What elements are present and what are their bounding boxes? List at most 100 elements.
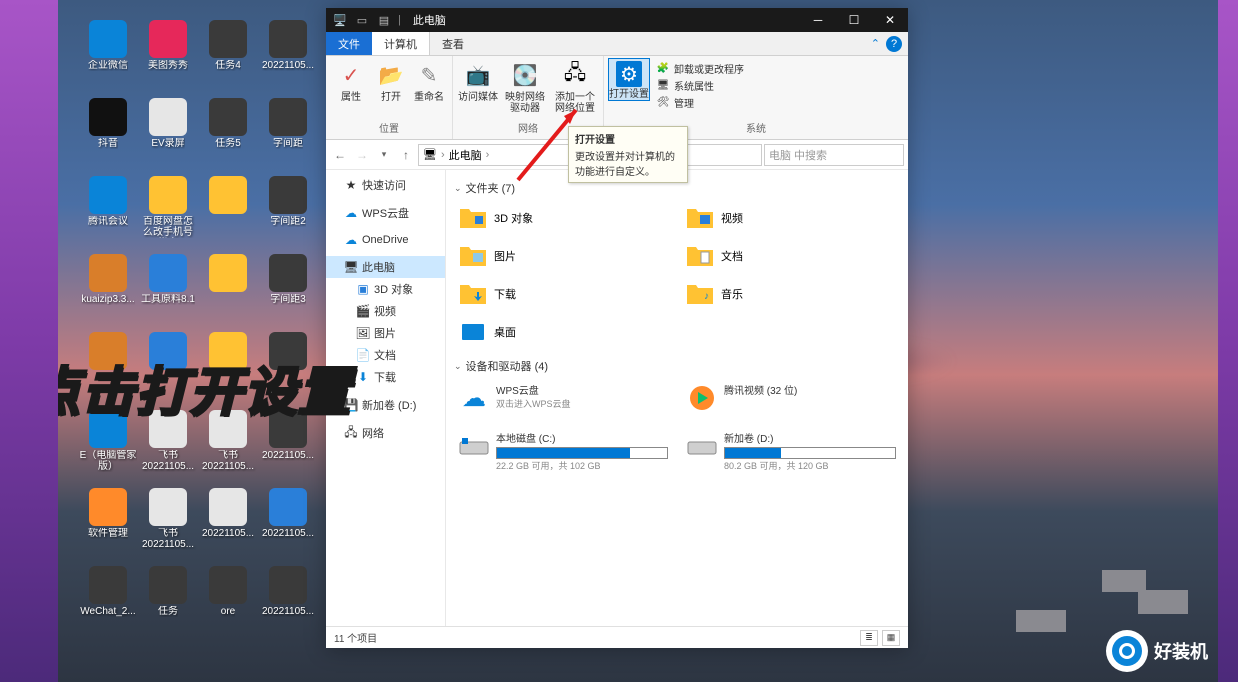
desktop-icon-label: 字间距2 bbox=[270, 216, 306, 227]
app-icon bbox=[269, 488, 307, 526]
desktop-icon[interactable]: 软件管理 bbox=[78, 488, 138, 563]
minimize-button[interactable]: ─ bbox=[800, 8, 836, 32]
tab-view[interactable]: 查看 bbox=[430, 32, 476, 55]
forward-button[interactable]: → bbox=[352, 145, 372, 165]
maximize-button[interactable]: ☐ bbox=[836, 8, 872, 32]
help-icon[interactable]: ? bbox=[886, 36, 902, 52]
desktop-icon[interactable]: 20221105... bbox=[198, 488, 258, 563]
app-icon bbox=[149, 254, 187, 292]
uninstall-button[interactable]: 🧩 卸载或更改程序 bbox=[652, 60, 748, 77]
nav-downloads[interactable]: ⬇下载 bbox=[326, 366, 445, 388]
open-settings-button[interactable]: ⚙ 打开设置 bbox=[608, 58, 650, 101]
device-tencent[interactable]: 腾讯视频 (32 位) bbox=[682, 378, 900, 418]
folder-documents[interactable]: 文档 bbox=[681, 238, 900, 274]
desktop-icon-label: 任务5 bbox=[215, 138, 241, 149]
desktop-icon[interactable]: 飞书20221105... bbox=[198, 410, 258, 485]
desktop-icon[interactable] bbox=[258, 332, 318, 407]
nav-newvol[interactable]: 💾新加卷 (D:) bbox=[326, 394, 445, 416]
desktop-icon[interactable]: 字间距 bbox=[258, 98, 318, 173]
up-button[interactable]: ↑ bbox=[396, 145, 416, 165]
desktop-icon[interactable]: 百度网盘怎么改手机号绑定 bbox=[138, 176, 198, 251]
desktop-icon[interactable]: 任务 bbox=[138, 566, 198, 641]
folder-downloads[interactable]: 下载 bbox=[454, 276, 673, 312]
folder-3d-objects[interactable]: 3D 对象 bbox=[454, 200, 673, 236]
rename-button[interactable]: ✎ 重命名 bbox=[410, 58, 448, 103]
device-wps[interactable]: ☁ WPS云盘 双击进入WPS云盘 bbox=[454, 378, 672, 418]
folder-music[interactable]: ♪ 音乐 bbox=[681, 276, 900, 312]
desktop-icon[interactable]: 任务5 bbox=[198, 98, 258, 173]
desktop-icon[interactable]: 字间距2 bbox=[258, 176, 318, 251]
nav-network[interactable]: 🖧网络 bbox=[326, 422, 445, 444]
system-properties-button[interactable]: 🖥 系统属性 bbox=[652, 77, 748, 94]
desktop-icon[interactable]: 字间距3 bbox=[258, 254, 318, 329]
app-icon bbox=[269, 410, 307, 448]
navigation-pane[interactable]: ★快速访问 ☁WPS云盘 ☁OneDrive 🖥此电脑 ▣3D 对象 🎬视频 🖼… bbox=[326, 170, 446, 626]
desktop-icon[interactable] bbox=[198, 254, 258, 329]
desktop-icon[interactable]: 企业微信 bbox=[78, 20, 138, 95]
desktop-icon[interactable]: 抖音 bbox=[78, 98, 138, 173]
desktop-icon[interactable]: 20221105... bbox=[258, 410, 318, 485]
desktop-icon[interactable] bbox=[198, 176, 258, 251]
properties-button[interactable]: ✓ 属性 bbox=[330, 58, 372, 103]
map-drive-button[interactable]: 💽 映射网络驱动器 bbox=[501, 58, 549, 114]
manage-button[interactable]: 🛠 管理 bbox=[652, 94, 748, 111]
app-icon bbox=[149, 20, 187, 58]
desktop-icon[interactable] bbox=[78, 332, 138, 407]
cloud-icon: ☁ bbox=[458, 382, 490, 414]
access-media-button[interactable]: 📺 访问媒体 bbox=[457, 58, 499, 103]
desktop-icon[interactable] bbox=[198, 332, 258, 407]
search-box[interactable]: 电脑 中搜索 bbox=[764, 144, 904, 166]
folder-pictures[interactable]: 图片 bbox=[454, 238, 673, 274]
desktop-icon[interactable]: WeChat_2... bbox=[78, 566, 138, 641]
nav-thispc[interactable]: 🖥此电脑 bbox=[326, 256, 445, 278]
nav-pictures[interactable]: 🖼图片 bbox=[326, 322, 445, 344]
video-icon: 🎬 bbox=[356, 304, 370, 318]
folder-icon bbox=[686, 244, 714, 268]
ribbon-tabs: 文件 计算机 查看 ⌃ ? bbox=[326, 32, 908, 56]
desktop-icon[interactable]: 美图秀秀 bbox=[138, 20, 198, 95]
nav-videos[interactable]: 🎬视频 bbox=[326, 300, 445, 322]
tab-file[interactable]: 文件 bbox=[326, 32, 372, 55]
breadcrumb[interactable]: 此电脑 bbox=[449, 147, 482, 163]
desktop-icon[interactable]: 工具原料8.1 bbox=[138, 254, 198, 329]
nav-documents[interactable]: 📄文档 bbox=[326, 344, 445, 366]
desktop-icon[interactable]: 飞书20221105... bbox=[138, 488, 198, 563]
content-pane[interactable]: ⌄ 文件夹 (7) 3D 对象 视频 bbox=[446, 170, 908, 626]
icons-view-button[interactable]: ▦ bbox=[882, 630, 900, 646]
desktop-icon[interactable]: E（电脑管家 版） bbox=[78, 410, 138, 485]
open-button[interactable]: 📂 打开 bbox=[374, 58, 408, 103]
collapse-ribbon-icon[interactable]: ⌃ bbox=[871, 37, 880, 50]
desktop-icon-label: EV录屏 bbox=[151, 138, 184, 149]
file-explorer-window: 🖥️ ▭ ▤ | 此电脑 ─ ☐ ✕ 文件 计算机 查看 ⌃ bbox=[326, 8, 908, 648]
desktop-icon[interactable]: 20221105... bbox=[258, 20, 318, 95]
app-icon bbox=[89, 488, 127, 526]
desktop-icon[interactable]: EV录屏 bbox=[138, 98, 198, 173]
nav-3d[interactable]: ▣3D 对象 bbox=[326, 278, 445, 300]
add-network-button[interactable]: 🖧 添加一个网络位置 bbox=[551, 58, 599, 114]
nav-quick-access[interactable]: ★快速访问 bbox=[326, 174, 445, 196]
device-drive-d[interactable]: 新加卷 (D:) 80.2 GB 可用，共 120 GB bbox=[682, 426, 900, 476]
media-icon: 📺 bbox=[463, 60, 493, 90]
desktop-icon[interactable] bbox=[138, 332, 198, 407]
desktop-icon[interactable]: kuaizip3.3... bbox=[78, 254, 138, 329]
folder-videos[interactable]: 视频 bbox=[681, 200, 900, 236]
devices-section-header[interactable]: ⌄ 设备和驱动器 (4) bbox=[454, 358, 900, 374]
desktop-icon[interactable]: 飞书20221105... bbox=[138, 410, 198, 485]
desktop-icon[interactable]: 腾讯会议 bbox=[78, 176, 138, 251]
desktop-icon-label: E（电脑管家 版） bbox=[79, 450, 137, 472]
back-button[interactable]: ← bbox=[330, 145, 350, 165]
close-button[interactable]: ✕ bbox=[872, 8, 908, 32]
desktop-icon[interactable]: 20221105... bbox=[258, 566, 318, 641]
recent-button[interactable]: ▾ bbox=[374, 145, 394, 165]
tab-computer[interactable]: 计算机 bbox=[372, 32, 430, 55]
details-view-button[interactable]: ≣ bbox=[860, 630, 878, 646]
desktop-icon[interactable]: 20221105... bbox=[258, 488, 318, 563]
desktop-icon[interactable]: ore bbox=[198, 566, 258, 641]
folder-desktop[interactable]: 桌面 bbox=[454, 314, 673, 350]
titlebar[interactable]: 🖥️ ▭ ▤ | 此电脑 ─ ☐ ✕ bbox=[326, 8, 908, 32]
nav-onedrive[interactable]: ☁OneDrive bbox=[326, 230, 445, 250]
device-drive-c[interactable]: 本地磁盘 (C:) 22.2 GB 可用，共 102 GB bbox=[454, 426, 672, 476]
nav-wps[interactable]: ☁WPS云盘 bbox=[326, 202, 445, 224]
desktop-icon[interactable]: 任务4 bbox=[198, 20, 258, 95]
group-label: 位置 bbox=[330, 120, 448, 137]
